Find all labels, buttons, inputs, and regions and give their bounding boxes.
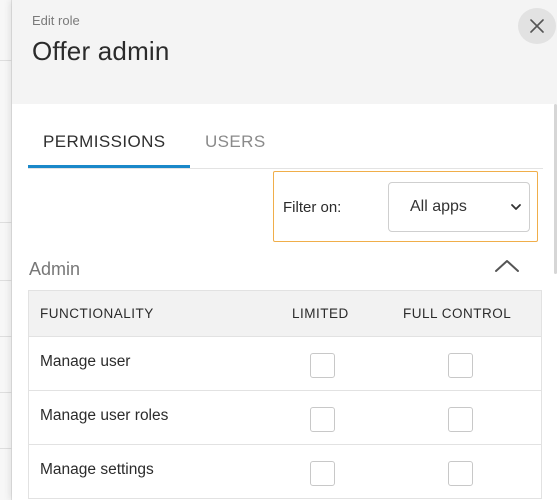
table-header: FUNCTIONALITY LIMITED FULL CONTROL xyxy=(28,290,542,337)
tab-permissions[interactable]: PERMISSIONS xyxy=(43,132,165,152)
limited-checkbox[interactable] xyxy=(310,407,335,432)
column-header-full-control: FULL CONTROL xyxy=(403,306,512,321)
column-header-limited: LIMITED xyxy=(292,306,349,321)
row-label: Manage user roles xyxy=(40,407,169,424)
row-label: Manage user xyxy=(40,353,131,370)
filter-label: Filter on: xyxy=(283,199,342,216)
background-divider xyxy=(0,392,12,393)
limited-checkbox[interactable] xyxy=(310,461,335,486)
panel-title: Offer admin xyxy=(32,36,170,66)
row-label: Manage settings xyxy=(40,461,154,478)
permissions-table: FUNCTIONALITY LIMITED FULL CONTROL Manag… xyxy=(28,290,542,499)
background-divider xyxy=(0,280,12,281)
limited-checkbox[interactable] xyxy=(310,353,335,378)
background-divider xyxy=(0,60,12,61)
panel-header: Edit role Offer admin xyxy=(12,0,557,104)
tab-users[interactable]: USERS xyxy=(205,132,266,152)
background-divider xyxy=(0,336,12,337)
app-filter-select[interactable]: All apps xyxy=(388,182,530,232)
background-divider xyxy=(0,222,12,223)
chevron-up-icon[interactable] xyxy=(494,258,520,274)
active-tab-indicator xyxy=(28,165,190,168)
tab-bar: PERMISSIONS USERS xyxy=(28,128,543,169)
background-divider xyxy=(0,448,12,449)
close-button[interactable] xyxy=(518,8,556,44)
full-control-checkbox[interactable] xyxy=(448,407,473,432)
edit-role-panel: Edit role Offer admin PERMISSIONS USERS … xyxy=(12,0,557,500)
full-control-checkbox[interactable] xyxy=(448,461,473,486)
column-header-functionality: FUNCTIONALITY xyxy=(40,306,154,321)
filter-container: Filter on: All apps xyxy=(273,171,538,242)
panel-subtitle: Edit role xyxy=(32,13,80,28)
close-icon xyxy=(530,19,544,33)
table-row: Manage user roles xyxy=(28,391,542,445)
table-row: Manage user xyxy=(28,337,542,391)
chevron-down-icon xyxy=(511,204,521,210)
section-title: Admin xyxy=(29,259,81,279)
background-page xyxy=(0,0,12,500)
table-row: Manage settings xyxy=(28,445,542,499)
app-filter-selected-value: All apps xyxy=(410,198,467,215)
full-control-checkbox[interactable] xyxy=(448,353,473,378)
